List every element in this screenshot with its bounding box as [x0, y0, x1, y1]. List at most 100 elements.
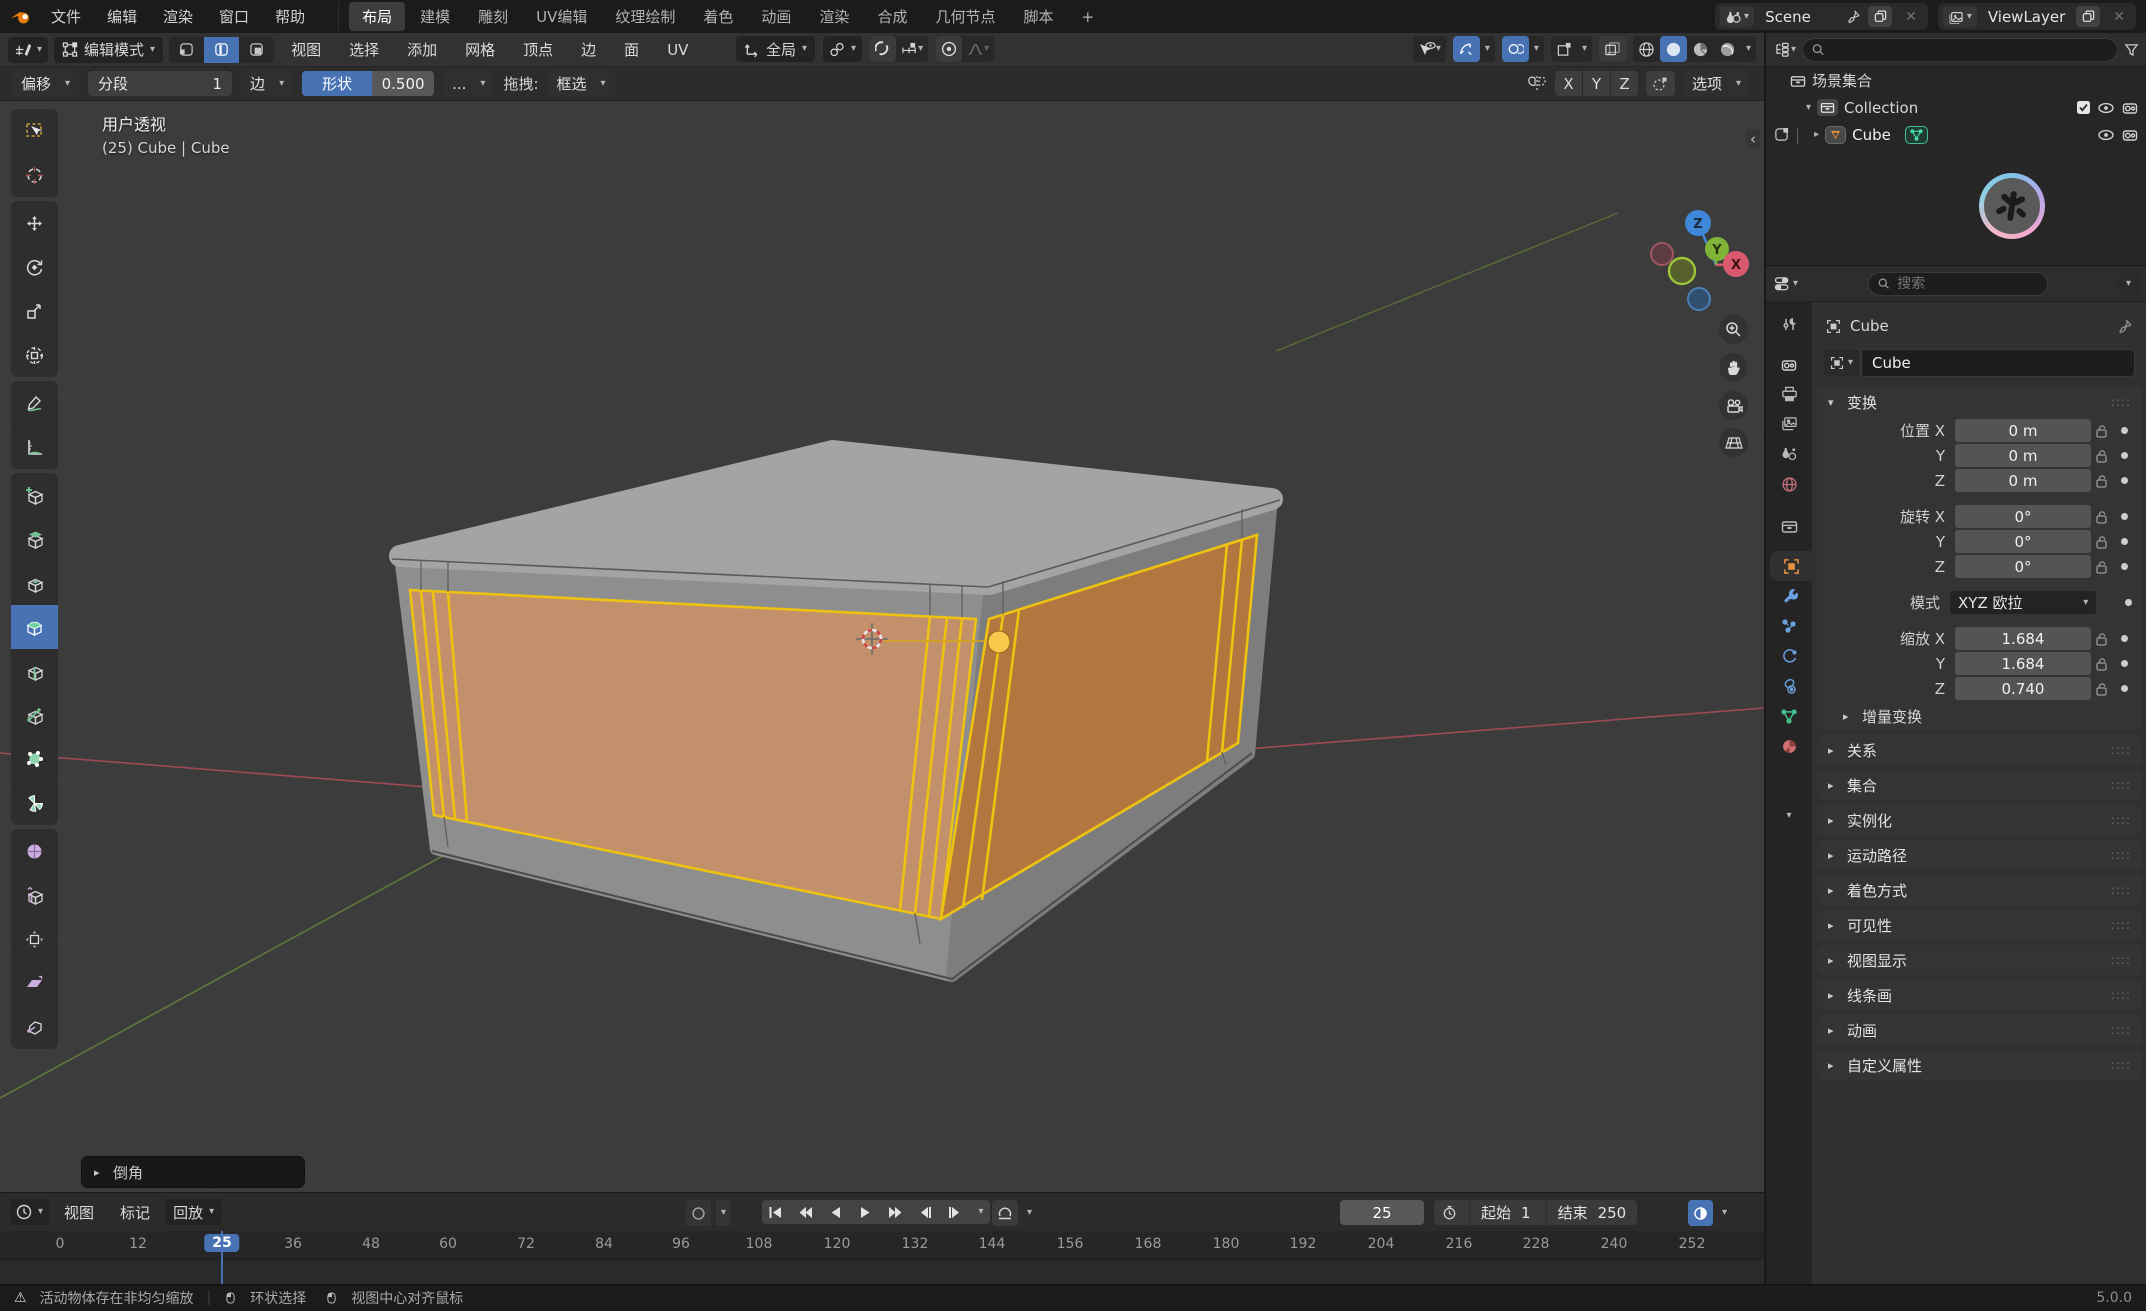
scale-y-field[interactable]: 1.684 — [1955, 652, 2091, 675]
lock-icon[interactable] — [2091, 424, 2113, 438]
scene-browse-button[interactable]: ▾ — [1720, 6, 1754, 27]
menu-add[interactable]: 添加 — [396, 35, 448, 64]
tab-scene[interactable] — [1766, 439, 1812, 469]
tabs-overflow-chevron[interactable]: ▾ — [1766, 801, 1812, 831]
wireframe-shading-button[interactable] — [1633, 36, 1660, 62]
properties-search[interactable] — [1868, 272, 2048, 296]
snap-base-icon[interactable] — [1646, 71, 1675, 96]
panel-motion-paths[interactable]: ▸运动路径:::: — [1817, 840, 2142, 870]
tool-poly-build[interactable] — [11, 737, 58, 782]
location-z-field[interactable]: 0 m — [1955, 469, 2091, 492]
rendered-shading-button[interactable] — [1714, 36, 1741, 62]
outliner-row-cube[interactable]: | ▸ Cube — [1766, 121, 2146, 148]
sidebar-toggle[interactable]: ‹ — [1746, 129, 1760, 149]
timeline-ruler[interactable]: 0 12 36 48 60 72 84 96 108 120 132 144 1… — [0, 1231, 1764, 1259]
vertex-select-button[interactable] — [169, 37, 204, 63]
timeline-ruler-area[interactable]: 0 12 36 48 60 72 84 96 108 120 132 144 1… — [0, 1231, 1764, 1287]
perspective-toggle-button[interactable] — [1719, 428, 1748, 457]
shape-slider[interactable]: 形状 0.500 — [302, 71, 434, 96]
rotation-z-field[interactable]: 0° — [1955, 555, 2091, 578]
gizmo-neg-y-ball[interactable] — [1669, 258, 1695, 284]
drag-handle-icon[interactable]: :::: — [2111, 395, 2131, 409]
object-visibility-dropdown[interactable]: ▾ — [1413, 36, 1446, 62]
animate-dot[interactable] — [2121, 513, 2128, 520]
tool-move[interactable] — [11, 201, 58, 246]
drag-mode-dropdown[interactable]: 框选 ▾ — [548, 71, 615, 96]
tab-uv-editing[interactable]: UV编辑 — [523, 2, 600, 31]
outliner-row-collection[interactable]: ▾ Collection — [1766, 94, 2146, 121]
panel-animation[interactable]: ▸动画:::: — [1817, 1015, 2142, 1045]
current-frame-field[interactable]: 25 — [1340, 1200, 1424, 1225]
rotation-mode-dropdown[interactable]: XYZ 欧拉▾ — [1950, 591, 2096, 614]
mirror-y-button[interactable]: Y — [1583, 71, 1610, 96]
tool-annotate[interactable] — [11, 381, 58, 426]
face-select-button[interactable] — [239, 37, 274, 63]
tab-layout[interactable]: 布局 — [349, 2, 405, 31]
menu-mesh[interactable]: 网格 — [454, 35, 506, 64]
tab-geometry-nodes[interactable]: 几何节点 — [922, 2, 1008, 31]
menu-vertex[interactable]: 顶点 — [512, 35, 564, 64]
properties-search-input[interactable] — [1895, 275, 2038, 293]
drag-handle-icon[interactable]: :::: — [2111, 953, 2131, 967]
add-workspace-button[interactable]: + — [1068, 4, 1107, 30]
object-id-dropdown[interactable]: ▾ — [1824, 350, 1859, 376]
tool-scale[interactable] — [11, 289, 58, 334]
timeline-view-dropdown[interactable]: ▾ — [1717, 1200, 1732, 1226]
menu-uv[interactable]: UV — [656, 37, 699, 63]
checkbox-icon[interactable] — [2076, 100, 2091, 115]
tool-shear[interactable] — [11, 961, 58, 1006]
tool-transform[interactable] — [11, 333, 58, 377]
follow-playhead-toggle[interactable] — [1688, 1200, 1713, 1226]
step-options-dropdown[interactable]: ▾ — [972, 1200, 990, 1224]
tab-physics[interactable] — [1766, 641, 1812, 671]
use-preview-range-button[interactable] — [1434, 1200, 1465, 1225]
breadcrumb-object-name[interactable]: Cube — [1850, 317, 1889, 335]
tab-view-layer[interactable] — [1766, 409, 1812, 439]
pivot-point-dropdown[interactable]: ▾ — [823, 36, 862, 62]
lock-icon[interactable] — [2091, 449, 2113, 463]
lock-icon[interactable] — [2091, 474, 2113, 488]
tab-animation[interactable]: 动画 — [748, 2, 804, 31]
drag-handle-icon[interactable]: :::: — [2111, 743, 2131, 757]
tab-world[interactable] — [1766, 469, 1812, 499]
hide-eye-icon[interactable] — [2097, 99, 2115, 117]
filter-icon[interactable] — [2124, 43, 2139, 57]
pan-button[interactable] — [1719, 353, 1748, 382]
blender-logo-icon[interactable] — [10, 9, 32, 25]
proportional-edit-toggle[interactable] — [936, 36, 962, 62]
jump-to-start-button[interactable] — [762, 1200, 788, 1224]
auto-keying-dropdown[interactable]: ▾ — [716, 1200, 731, 1226]
timeline-menu-view[interactable]: 视图 — [53, 1198, 105, 1227]
outliner-row-scene-collection[interactable]: 场景集合 — [1766, 67, 2146, 94]
lock-icon[interactable] — [2091, 560, 2113, 574]
lock-icon[interactable] — [2091, 657, 2113, 671]
expand-collection-icon[interactable]: ▾ — [1806, 103, 1811, 113]
overlays-toggle[interactable] — [1502, 36, 1529, 62]
animate-dot[interactable] — [2121, 563, 2128, 570]
gizmo-neg-x-ball[interactable] — [1651, 243, 1673, 265]
tab-modifiers[interactable] — [1766, 581, 1812, 611]
tab-shading[interactable]: 着色 — [690, 2, 746, 31]
menu-select[interactable]: 选择 — [338, 35, 390, 64]
delta-transform-subpanel[interactable]: ▸ 增量变换 — [1817, 702, 2142, 730]
animate-dot[interactable] — [2121, 685, 2128, 692]
viewlayer-remove-button[interactable]: ✕ — [2107, 9, 2131, 25]
scene-name[interactable]: Scene — [1761, 8, 1839, 26]
menu-file[interactable]: 文件 — [38, 2, 94, 31]
tab-compositing[interactable]: 合成 — [864, 2, 920, 31]
sync-dropdown[interactable]: ▾ — [1022, 1200, 1037, 1226]
location-x-field[interactable]: 0 m — [1955, 419, 2091, 442]
menu-view[interactable]: 视图 — [280, 35, 332, 64]
gizmos-dropdown[interactable]: ▾ — [1480, 36, 1495, 62]
timeline-menu-marker[interactable]: 标记 — [109, 1198, 161, 1227]
tab-modeling[interactable]: 建模 — [407, 2, 463, 31]
expand-object-icon[interactable]: ▸ — [1814, 130, 1819, 140]
tool-measure[interactable] — [11, 425, 58, 469]
gizmo-neg-z-ball[interactable] — [1688, 288, 1710, 310]
pin-icon[interactable] — [1846, 9, 1861, 24]
outliner-search-input[interactable] — [1830, 41, 2108, 59]
tool-spin[interactable] — [11, 781, 58, 825]
tab-output[interactable] — [1766, 379, 1812, 409]
animate-dot[interactable] — [2121, 538, 2128, 545]
lock-icon[interactable] — [2091, 632, 2113, 646]
